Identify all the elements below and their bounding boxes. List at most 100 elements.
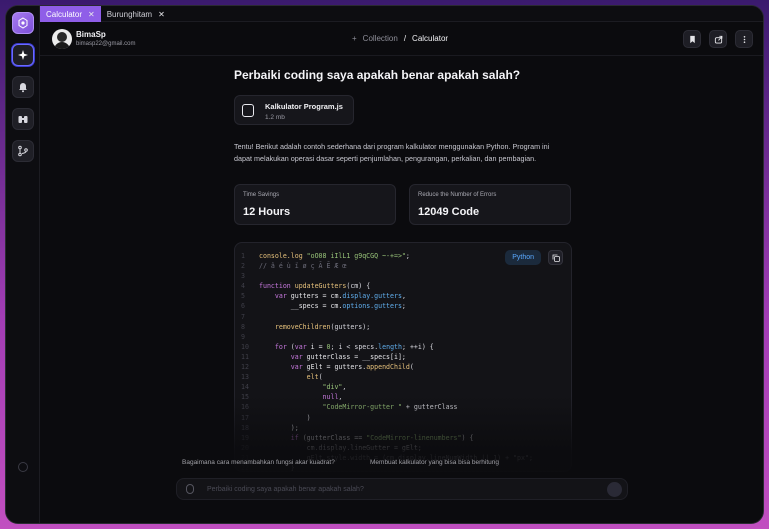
code-token: __specs = cm. — [290, 302, 343, 311]
code-token: options.gutters — [342, 302, 402, 311]
language-badge[interactable]: Python — [505, 250, 541, 265]
code-token: ; — [405, 252, 410, 260]
line-number: 13 — [241, 373, 249, 382]
code-token: var — [294, 342, 311, 351]
tab-calculator[interactable]: Calculator ✕ — [40, 6, 101, 22]
code-line: 3 — [241, 271, 533, 281]
code-token: var — [290, 352, 307, 361]
code-token: removeChildren — [274, 322, 331, 331]
suggestion-chip[interactable]: Bagaimana cara menambahkan fungsi akar k… — [182, 459, 335, 466]
code-token: display.gutters — [342, 292, 402, 301]
assistant-answer: Tentu! Berikut adalah contoh sederhana d… — [234, 142, 550, 163]
sidebar — [6, 6, 40, 523]
code-token: gElt = gutters. — [306, 363, 367, 372]
code-line: 8 removeChildren (gutters); — [241, 322, 533, 332]
stat-label: Reduce the Number of Errors — [418, 192, 497, 198]
stat-value: 12049 Code — [418, 206, 480, 218]
user-email: bimasp22@gmail.com — [76, 41, 136, 47]
line-number: 6 — [241, 302, 245, 311]
code-token: // â é ù ï ø ç Ã Ē Æ œ — [259, 262, 347, 271]
chat-input[interactable]: Perbaiki coding saya apakah benar apakah… — [176, 478, 628, 500]
close-icon[interactable]: ✕ — [88, 10, 95, 19]
file-attachment[interactable]: Kalkulator Program.js 1.2 mb — [234, 95, 354, 125]
tab-bar: Calculator ✕ Burunghitam ✕ — [40, 6, 763, 22]
suggestion-chip[interactable]: Membuat kalkulator yang bisa bisa berhit… — [370, 459, 499, 466]
breadcrumb: + Collection / Calculator — [352, 34, 448, 43]
code-token: (cm) { — [346, 282, 371, 291]
stat-value: 12 Hours — [243, 206, 291, 218]
code-token: "oO08 iIlL1 g9qCGQ ~-+=>" — [306, 252, 406, 260]
code-line: 10 for (var i = 0; i < specs. length; ++i… — [241, 342, 533, 352]
copy-icon[interactable] — [548, 250, 563, 265]
more-icon[interactable] — [735, 30, 753, 48]
stat-label: Time Savings — [243, 192, 280, 198]
send-icon[interactable] — [607, 482, 622, 497]
code-line: 14 "div", — [241, 382, 533, 392]
user-name: BimaSp — [76, 30, 106, 39]
code-token: "div" — [322, 383, 343, 392]
plus-icon: + — [352, 34, 357, 43]
code-token: ; i < specs. — [330, 342, 379, 351]
code-line: 2 // â é ù ï ø ç Ã Ē Æ œ — [241, 261, 533, 271]
stat-card-errors: Reduce the Number of Errors 12049 Code — [409, 184, 571, 225]
bookmark-icon[interactable] — [683, 30, 701, 48]
code-line: 7 — [241, 312, 533, 322]
file-name: Kalkulator Program.js — [265, 102, 343, 111]
logo-icon[interactable] — [12, 12, 34, 34]
settings-icon[interactable] — [18, 462, 28, 472]
code-line: 12 var gElt = gutters. appendChild( — [241, 362, 533, 372]
code-line: 9 — [241, 332, 533, 342]
app-window: Calculator ✕ Burunghitam ✕ BimaSp bimasp… — [6, 6, 763, 523]
tab-label: Burunghitam — [106, 9, 153, 19]
file-size: 1.2 mb — [265, 114, 285, 121]
code-line: 13 elt( — [241, 372, 533, 382]
code-token: updateGutters — [294, 282, 347, 291]
code-token: length — [378, 342, 402, 351]
code-token: var — [274, 292, 291, 301]
code-token: , — [401, 292, 406, 301]
code-token: ( — [318, 373, 323, 382]
code-token: elt — [306, 373, 319, 382]
code-token: (gutters); — [330, 322, 371, 331]
line-number: 12 — [241, 363, 249, 372]
code-token: var — [290, 363, 307, 372]
line-number: 14 — [241, 383, 249, 392]
binoculars-icon[interactable] — [12, 108, 34, 130]
code-token: gutterClass = __specs[i]; — [306, 352, 406, 361]
branch-icon[interactable] — [12, 140, 34, 162]
code-token: appendChild — [366, 363, 410, 372]
tab-burunghitam[interactable]: Burunghitam ✕ — [101, 6, 171, 22]
code-line: 4 function updateGutters (cm) { — [241, 281, 533, 291]
line-number: 9 — [241, 332, 245, 341]
user-question: Perbaiki coding saya apakah benar apakah… — [234, 68, 521, 82]
header: BimaSp bimasp22@gmail.com + Collection /… — [40, 22, 763, 56]
code-token: ( — [409, 363, 414, 372]
bell-icon[interactable] — [12, 76, 34, 98]
tab-label: Calculator — [46, 9, 83, 19]
code-token: ; ++i) { — [402, 342, 434, 351]
line-number: 3 — [241, 272, 245, 281]
sparkle-icon[interactable] — [12, 44, 34, 66]
code-line: 11 var gutterClass = __specs[i]; — [241, 352, 533, 362]
line-number: 5 — [241, 292, 245, 301]
share-icon[interactable] — [709, 30, 727, 48]
code-token: console.log — [259, 252, 307, 260]
line-number: 8 — [241, 322, 245, 331]
input-placeholder: Perbaiki coding saya apakah benar apakah… — [207, 486, 364, 493]
close-icon[interactable]: ✕ — [158, 10, 165, 19]
code-token: ; — [401, 302, 406, 311]
avatar[interactable] — [52, 29, 72, 49]
file-icon — [242, 104, 254, 117]
code-line: 1 console.log "oO08 iIlL1 g9qCGQ ~-+=>"; — [241, 251, 533, 261]
breadcrumb-collection[interactable]: Collection — [363, 34, 398, 43]
line-number: 4 — [241, 282, 245, 291]
paperclip-icon[interactable] — [186, 484, 194, 494]
breadcrumb-separator: / — [403, 34, 407, 43]
code-token: function — [259, 282, 295, 291]
